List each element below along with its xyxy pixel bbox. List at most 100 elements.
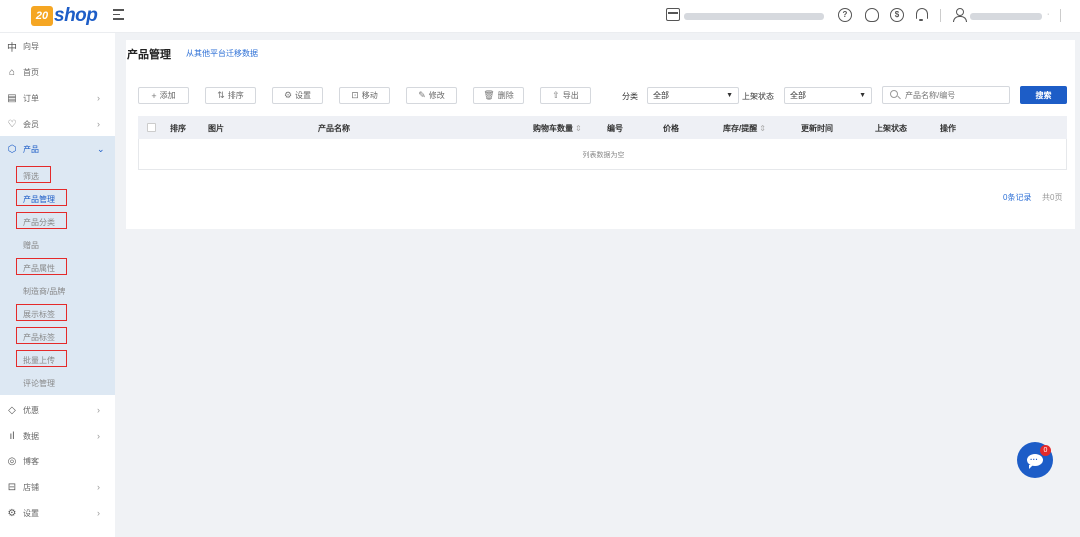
blog-icon: ◎: [7, 455, 17, 467]
chat-button[interactable]: ··· 0: [1017, 442, 1053, 478]
coin-icon[interactable]: $: [890, 8, 904, 22]
select-all-checkbox[interactable]: [147, 123, 156, 132]
record-count: 0条记录: [1003, 193, 1032, 202]
highlight-box: [16, 304, 67, 321]
status-select[interactable]: 全部 ▼: [784, 87, 872, 104]
column-header-price: 价格: [663, 124, 679, 133]
edit-button[interactable]: ✎ 修改: [406, 87, 457, 104]
column-header-label: 购物车数量: [533, 124, 573, 133]
sidebar-item-label: 博客: [23, 456, 39, 466]
discount-icon: ◇: [8, 404, 16, 416]
data-icon: ıl: [9, 430, 15, 442]
column-header-label: 库存/提醒: [723, 124, 758, 133]
sort-arrows-icon: ⇕: [575, 124, 582, 133]
category-filter-label: 分类: [622, 92, 638, 101]
sidebar-item-blog[interactable]: ◎ 博客: [0, 448, 115, 474]
export-button[interactable]: ⇧ 导出: [540, 87, 591, 104]
sidebar-item-orders[interactable]: ▤ 订单 ›: [0, 85, 115, 111]
sidebar-item-guide[interactable]: 中 向导: [0, 33, 115, 59]
trash-icon: 🗑: [483, 90, 495, 100]
menu-toggle-icon[interactable]: [113, 9, 124, 21]
settings-button[interactable]: ⚙ 设置: [272, 87, 323, 104]
migrate-data-link[interactable]: 从其他平台迁移数据: [186, 48, 258, 59]
add-button-label: 添加: [159, 91, 176, 100]
sidebar-item-products[interactable]: ⬡ 产品 ⌄: [0, 136, 115, 162]
page-title: 产品管理: [127, 49, 171, 61]
submenu-item-brands[interactable]: 制造商/品牌: [23, 286, 65, 297]
home-icon: ⌂: [8, 66, 16, 78]
column-header-sort[interactable]: 排序: [170, 123, 186, 134]
sort-button-label: 排序: [227, 91, 244, 100]
chevron-right-icon: ›: [97, 482, 100, 492]
status-filter-label: 上架状态: [742, 92, 774, 101]
chevron-down-icon: ⌄: [97, 143, 105, 154]
category-select[interactable]: 全部 ▼: [647, 87, 739, 104]
header-divider: [940, 9, 941, 22]
chevron-right-icon: ›: [97, 508, 100, 518]
sidebar-item-label: 产品: [23, 144, 39, 154]
guide-icon: 中: [7, 42, 17, 54]
chevron-down-icon: ▼: [726, 92, 733, 99]
plus-icon: +: [151, 90, 157, 101]
sidebar-item-label: 会员: [23, 119, 39, 129]
settings-button-label: 设置: [295, 91, 312, 100]
column-header-cart-count[interactable]: 购物车数量 ⇕: [533, 123, 582, 134]
logo-text: shop: [54, 5, 98, 26]
column-header-stock[interactable]: 库存/提醒 ⇕: [723, 123, 766, 134]
move-button[interactable]: ⊡ 移动: [339, 87, 390, 104]
chevron-right-icon: ›: [97, 119, 100, 129]
empty-table-row: 列表数据为空: [138, 139, 1067, 170]
search-button[interactable]: 搜索: [1020, 86, 1067, 104]
sidebar-item-settings[interactable]: ⚙ 设置 ›: [0, 500, 115, 526]
sidebar: 中 向导 ⌂ 首页 ▤ 订单 › ♡ 会员 › ⬡ 产品 ⌄ 筛选 产品管理 产…: [0, 33, 115, 537]
user-menu-caret-icon[interactable]: ·: [1047, 11, 1049, 18]
user-avatar-icon[interactable]: [953, 8, 967, 22]
sidebar-item-label: 首页: [23, 67, 39, 77]
empty-table-message: 列表数据为空: [582, 152, 625, 159]
delete-button[interactable]: 🗑 删除: [473, 87, 524, 104]
sidebar-item-store[interactable]: ⊟ 店铺 ›: [0, 474, 115, 500]
store-icon: ⊟: [7, 481, 17, 493]
notification-bell-icon[interactable]: [915, 8, 928, 21]
edit-button-label: 修改: [428, 91, 445, 100]
highlight-box: [16, 212, 67, 229]
sidebar-item-label: 订单: [23, 93, 39, 103]
store-switch-icon[interactable]: [666, 8, 680, 21]
logo[interactable]: 20 shop: [31, 5, 98, 26]
store-name-redacted[interactable]: [684, 13, 824, 20]
chevron-right-icon: ›: [97, 405, 100, 415]
submenu-item-gifts[interactable]: 赠品: [23, 240, 39, 251]
user-name-redacted[interactable]: [970, 13, 1042, 20]
highlight-box: [16, 166, 51, 183]
top-header: 20 shop ? $ ·: [0, 0, 1080, 33]
product-search-input[interactable]: [882, 86, 1010, 104]
sidebar-item-discounts[interactable]: ◇ 优惠 ›: [0, 397, 115, 423]
chevron-right-icon: ›: [97, 93, 100, 103]
pencil-icon: ✎: [418, 90, 426, 100]
order-icon: ▤: [7, 92, 17, 104]
support-headset-icon[interactable]: [865, 8, 879, 22]
table-header: [138, 116, 1067, 139]
sidebar-item-label: 向导: [23, 41, 39, 51]
sidebar-item-label: 设置: [23, 508, 39, 518]
add-button[interactable]: + 添加: [138, 87, 189, 104]
sort-button[interactable]: ⇅ 排序: [205, 87, 256, 104]
submenu-item-reviews[interactable]: 评论管理: [23, 378, 55, 389]
sidebar-item-members[interactable]: ♡ 会员 ›: [0, 111, 115, 137]
chevron-right-icon: ›: [97, 431, 100, 441]
sidebar-item-home[interactable]: ⌂ 首页: [0, 59, 115, 85]
logo-badge: 20: [31, 6, 53, 26]
settings-icon: ⚙: [7, 507, 17, 519]
highlight-box: [16, 350, 67, 367]
page-count: 共0页: [1042, 193, 1063, 202]
chevron-down-icon: ▼: [859, 92, 866, 99]
column-header-updated: 更新时间: [801, 124, 833, 133]
move-button-label: 移动: [361, 91, 378, 100]
help-icon[interactable]: ?: [838, 8, 852, 22]
search-icon: [890, 90, 898, 98]
column-header-code: 编号: [607, 124, 623, 133]
export-button-label: 导出: [562, 91, 579, 100]
column-header-image: 图片: [208, 124, 224, 133]
sidebar-item-label: 优惠: [23, 405, 39, 415]
sidebar-item-data[interactable]: ıl 数据 ›: [0, 423, 115, 449]
